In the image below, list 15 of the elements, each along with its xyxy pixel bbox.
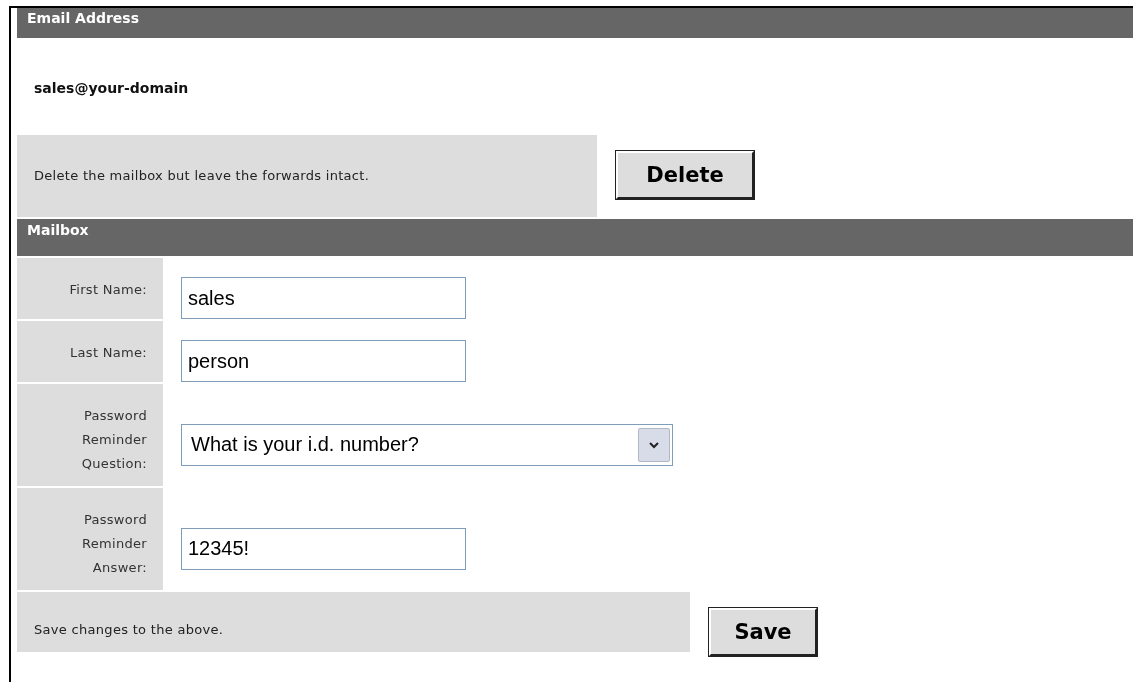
field-label: Password Reminder Question: — [17, 384, 163, 486]
section-header: Mailbox — [17, 219, 1133, 258]
text-field[interactable]: 12345! — [181, 527, 466, 570]
field-label: Last Name: — [17, 321, 163, 382]
delete-note: Delete the mailbox but leave the forwards intact. — [17, 135, 597, 217]
section-header: Email Address — [17, 8, 1133, 40]
text-field[interactable]: person — [181, 340, 466, 382]
question-dropdown[interactable]: What is your i.d. number? — [181, 423, 673, 466]
field-label: Password Reminder Answer: — [17, 488, 163, 590]
email-address: sales@your-domain — [34, 80, 189, 96]
field-label: First Name: — [17, 258, 163, 319]
save-button[interactable]: Save — [709, 608, 817, 656]
text-field[interactable]: sales — [181, 277, 466, 319]
save-note: Save changes to the above. — [17, 592, 690, 652]
delete-button[interactable]: Delete — [616, 151, 754, 199]
